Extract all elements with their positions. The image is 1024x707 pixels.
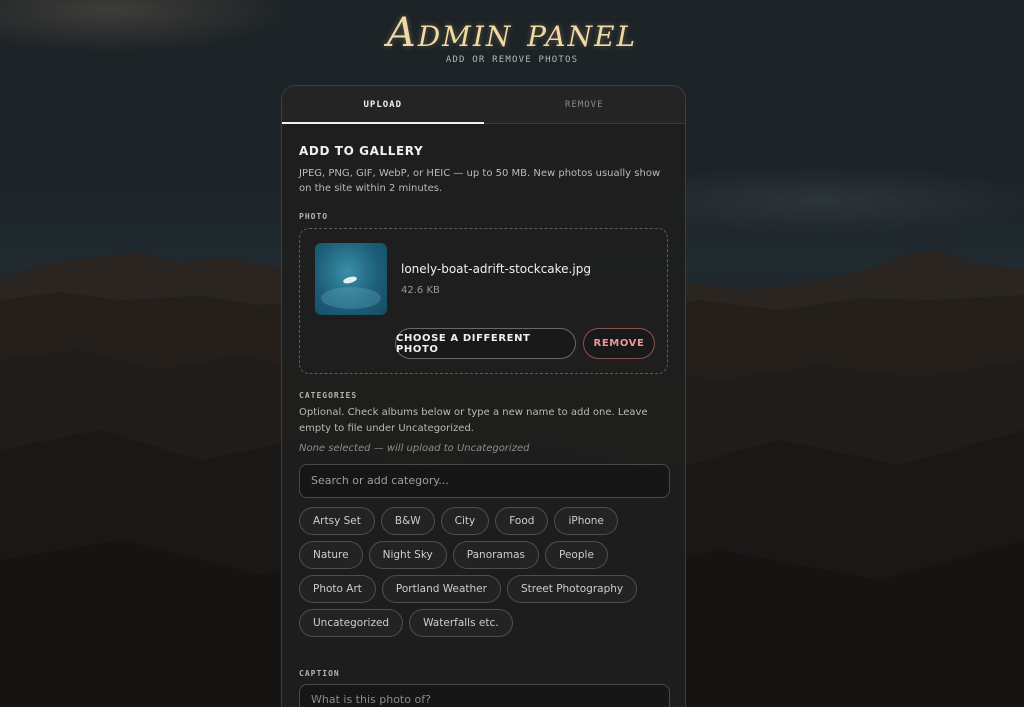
section-description: JPEG, PNG, GIF, WebP, or HEIC — up to 50… [299, 168, 661, 194]
category-chip[interactable]: Waterfalls etc. [409, 609, 513, 637]
app-title: Admin panel [386, 10, 638, 56]
categories-description: Optional. Check albums below or type a n… [299, 407, 648, 434]
remove-photo-button[interactable]: REMOVE [583, 328, 655, 359]
category-chip[interactable]: Nature [299, 541, 363, 569]
category-chip[interactable]: Panoramas [452, 541, 540, 569]
file-name: lonely-boat-adrift-stockcake.jpg [401, 262, 591, 276]
admin-panel-card: UPLOAD REMOVE ADD TO GALLERY JPEG, PNG, … [281, 85, 686, 707]
app-subtitle: ADD OR REMOVE PHOTOS [445, 55, 579, 65]
categories-label: CATEGORIES [299, 391, 358, 400]
upload-form: ADD TO GALLERY JPEG, PNG, GIF, WebP, or … [282, 124, 685, 707]
category-chip[interactable]: Portland Weather [381, 575, 501, 603]
category-chip[interactable]: City [440, 507, 490, 535]
photo-label: PHOTO [299, 212, 329, 221]
category-search-input[interactable]: Search or add category... [299, 464, 670, 498]
category-chip[interactable]: B&W [380, 507, 435, 535]
category-chip[interactable]: Street Photography [506, 575, 638, 603]
category-chip[interactable]: People [545, 541, 608, 569]
choose-different-photo-button[interactable]: CHOOSE A DIFFERENT PHOTO [395, 328, 576, 359]
file-size: 42.6 KB [401, 285, 440, 296]
category-chip[interactable]: Artsy Set [299, 507, 375, 535]
photo-thumbnail [315, 243, 387, 315]
categories-status: None selected — will upload to Uncategor… [299, 443, 530, 454]
header: Admin panel ADD OR REMOVE PHOTOS [0, 10, 1024, 65]
caption-label: CAPTION [299, 669, 340, 678]
category-chip[interactable]: Night Sky [368, 541, 447, 569]
category-chip[interactable]: Photo Art [299, 575, 376, 603]
category-chip[interactable]: Food [495, 507, 549, 535]
category-chip[interactable]: iPhone [554, 507, 618, 535]
section-title: ADD TO GALLERY [299, 144, 424, 158]
caption-input[interactable]: What is this photo of? [299, 684, 670, 707]
tab-upload[interactable]: UPLOAD [282, 86, 484, 124]
tab-bar: UPLOAD REMOVE [282, 86, 685, 124]
tab-remove[interactable]: REMOVE [484, 86, 686, 123]
category-chip[interactable]: Uncategorized [299, 609, 404, 637]
category-chip-list: Artsy Set B&W City Food iPhone Nature Ni… [299, 507, 670, 637]
photo-dropzone[interactable]: lonely-boat-adrift-stockcake.jpg 42.6 KB… [299, 228, 668, 374]
